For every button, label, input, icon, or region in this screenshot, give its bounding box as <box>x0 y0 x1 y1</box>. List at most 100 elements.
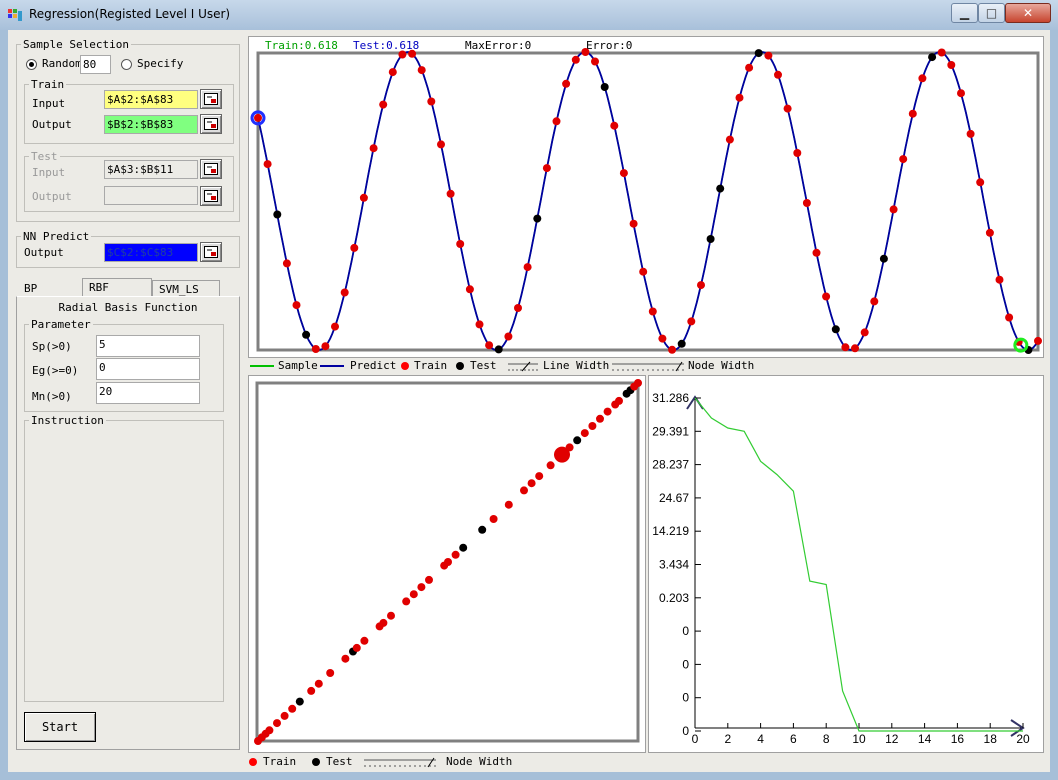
x-tick-label: 18 <box>984 732 998 746</box>
tab-bp[interactable]: BP <box>18 280 80 297</box>
train-output-range-picker-button[interactable] <box>200 114 222 134</box>
x-tick-label: 6 <box>790 732 797 746</box>
train-point <box>639 267 648 276</box>
parameter-legend: Parameter <box>31 318 91 331</box>
train-input-field[interactable]: $A$2:$A$83 <box>104 90 198 109</box>
train-point <box>542 164 551 173</box>
test-point <box>273 210 282 219</box>
scatter-train-point <box>288 704 297 713</box>
close-button[interactable]: ✕ <box>1005 3 1051 23</box>
scatter-node-width-slider[interactable] <box>364 756 436 768</box>
window-title: Regression(Registed Level I User) <box>29 7 231 21</box>
eg-input[interactable]: 0 <box>96 358 200 380</box>
train-point <box>446 189 455 198</box>
scatter-train-point <box>417 583 426 592</box>
train-point <box>398 50 407 59</box>
tab-rbf[interactable]: RBF <box>82 278 152 297</box>
test-point <box>533 214 542 223</box>
random-count-input[interactable]: 80 <box>80 55 111 74</box>
train-output-field[interactable]: $B$2:$B$83 <box>104 115 198 134</box>
train-point <box>648 307 657 316</box>
train-point <box>774 70 782 79</box>
start-button[interactable]: Start <box>24 712 96 742</box>
x-tick-label: 16 <box>951 732 965 746</box>
train-point <box>591 57 599 66</box>
regression-chart[interactable] <box>248 36 1044 358</box>
sample-selection-legend: Sample Selection <box>23 38 129 51</box>
train-point <box>369 144 378 153</box>
y-tick-label: 28.237 <box>652 458 689 472</box>
scatter-train-point <box>409 590 418 599</box>
test-output-range-picker-button[interactable] <box>200 186 222 206</box>
scatter-train-point <box>603 407 612 416</box>
test-output-field[interactable] <box>104 186 198 205</box>
test-point <box>494 345 503 354</box>
prediction-scatter-chart[interactable] <box>248 375 646 753</box>
scatter-train-point <box>580 429 589 438</box>
train-group: Train <box>24 78 234 144</box>
random-label: Random <box>42 57 82 70</box>
train-point <box>889 205 898 214</box>
scatter-train-point <box>326 669 335 677</box>
instruction-group: Instruction <box>24 414 224 702</box>
minimize-button[interactable]: ▁ <box>951 3 978 23</box>
train-point <box>417 66 426 75</box>
sample-line <box>257 51 1039 351</box>
line-width-slider[interactable] <box>508 360 538 372</box>
scatter-test-point <box>573 436 582 445</box>
x-tick-label: 4 <box>757 732 764 746</box>
train-point <box>282 259 291 268</box>
scatter-train-point <box>615 396 623 405</box>
maximize-button[interactable]: □ <box>978 3 1005 23</box>
scatter-train-point <box>352 643 361 652</box>
y-tick-label: 24.67 <box>659 491 689 505</box>
test-legend-dot <box>456 362 464 370</box>
node-width-slider[interactable] <box>612 360 684 372</box>
specify-radio[interactable] <box>121 59 132 70</box>
scatter-train-point <box>379 618 388 627</box>
test-input-field[interactable]: $A$3:$B$11 <box>104 160 198 179</box>
train-point <box>899 155 908 164</box>
nn-predict-range-picker-button[interactable] <box>200 242 222 262</box>
train-point <box>976 178 985 187</box>
app-icon <box>7 7 23 23</box>
random-radio[interactable] <box>26 59 37 70</box>
sample-legend-swatch <box>250 365 274 367</box>
train-point <box>764 51 773 60</box>
train-input-range-picker-button[interactable] <box>200 89 222 109</box>
train-point <box>985 228 994 237</box>
train-point <box>523 263 532 272</box>
scatter-train-point <box>520 486 528 495</box>
x-tick-label: 20 <box>1016 732 1030 746</box>
nn-predict-output-field[interactable]: $C$2:$C$83 <box>104 243 198 262</box>
legend-sample: Sample <box>278 359 318 372</box>
sp-input[interactable]: 5 <box>96 335 200 357</box>
train-point <box>783 104 792 113</box>
mn-input[interactable]: 20 <box>96 382 200 404</box>
x-tick-label: 0 <box>692 732 699 746</box>
error-curve-chart[interactable]: 31.286 29.391 28.237 24.67 14.219 3.434 0.203 0… <box>648 375 1044 753</box>
x-tick-label: 12 <box>885 732 899 746</box>
tab-svm-ls[interactable]: SVM_LS <box>152 280 220 297</box>
title-bar[interactable]: Regression(Registed Level I User) ▁ □ ✕ <box>0 0 1058 30</box>
train-point <box>957 89 965 98</box>
train-point <box>619 169 628 178</box>
scatter-test-point <box>459 543 468 552</box>
legend-test: Test <box>470 359 497 372</box>
scatter-test-point <box>295 697 304 706</box>
test-input-range-picker-button[interactable] <box>200 159 222 179</box>
legend-node-width: Node Width <box>688 359 755 372</box>
test-point <box>754 49 763 58</box>
legend-predict: Predict <box>350 359 397 372</box>
test-input-label: Input <box>32 166 66 179</box>
test-point <box>706 235 715 243</box>
scatter-train-point <box>314 679 323 688</box>
scatter-train-point <box>535 472 544 481</box>
x-tick-label: 8 <box>823 732 830 746</box>
train-point <box>292 301 301 310</box>
train-input-label: Input <box>32 97 66 110</box>
nn-predict-legend: NN Predict <box>23 230 90 243</box>
y-tick-label: 0 <box>682 657 689 671</box>
instruction-legend: Instruction <box>31 414 104 427</box>
train-point <box>658 334 667 343</box>
